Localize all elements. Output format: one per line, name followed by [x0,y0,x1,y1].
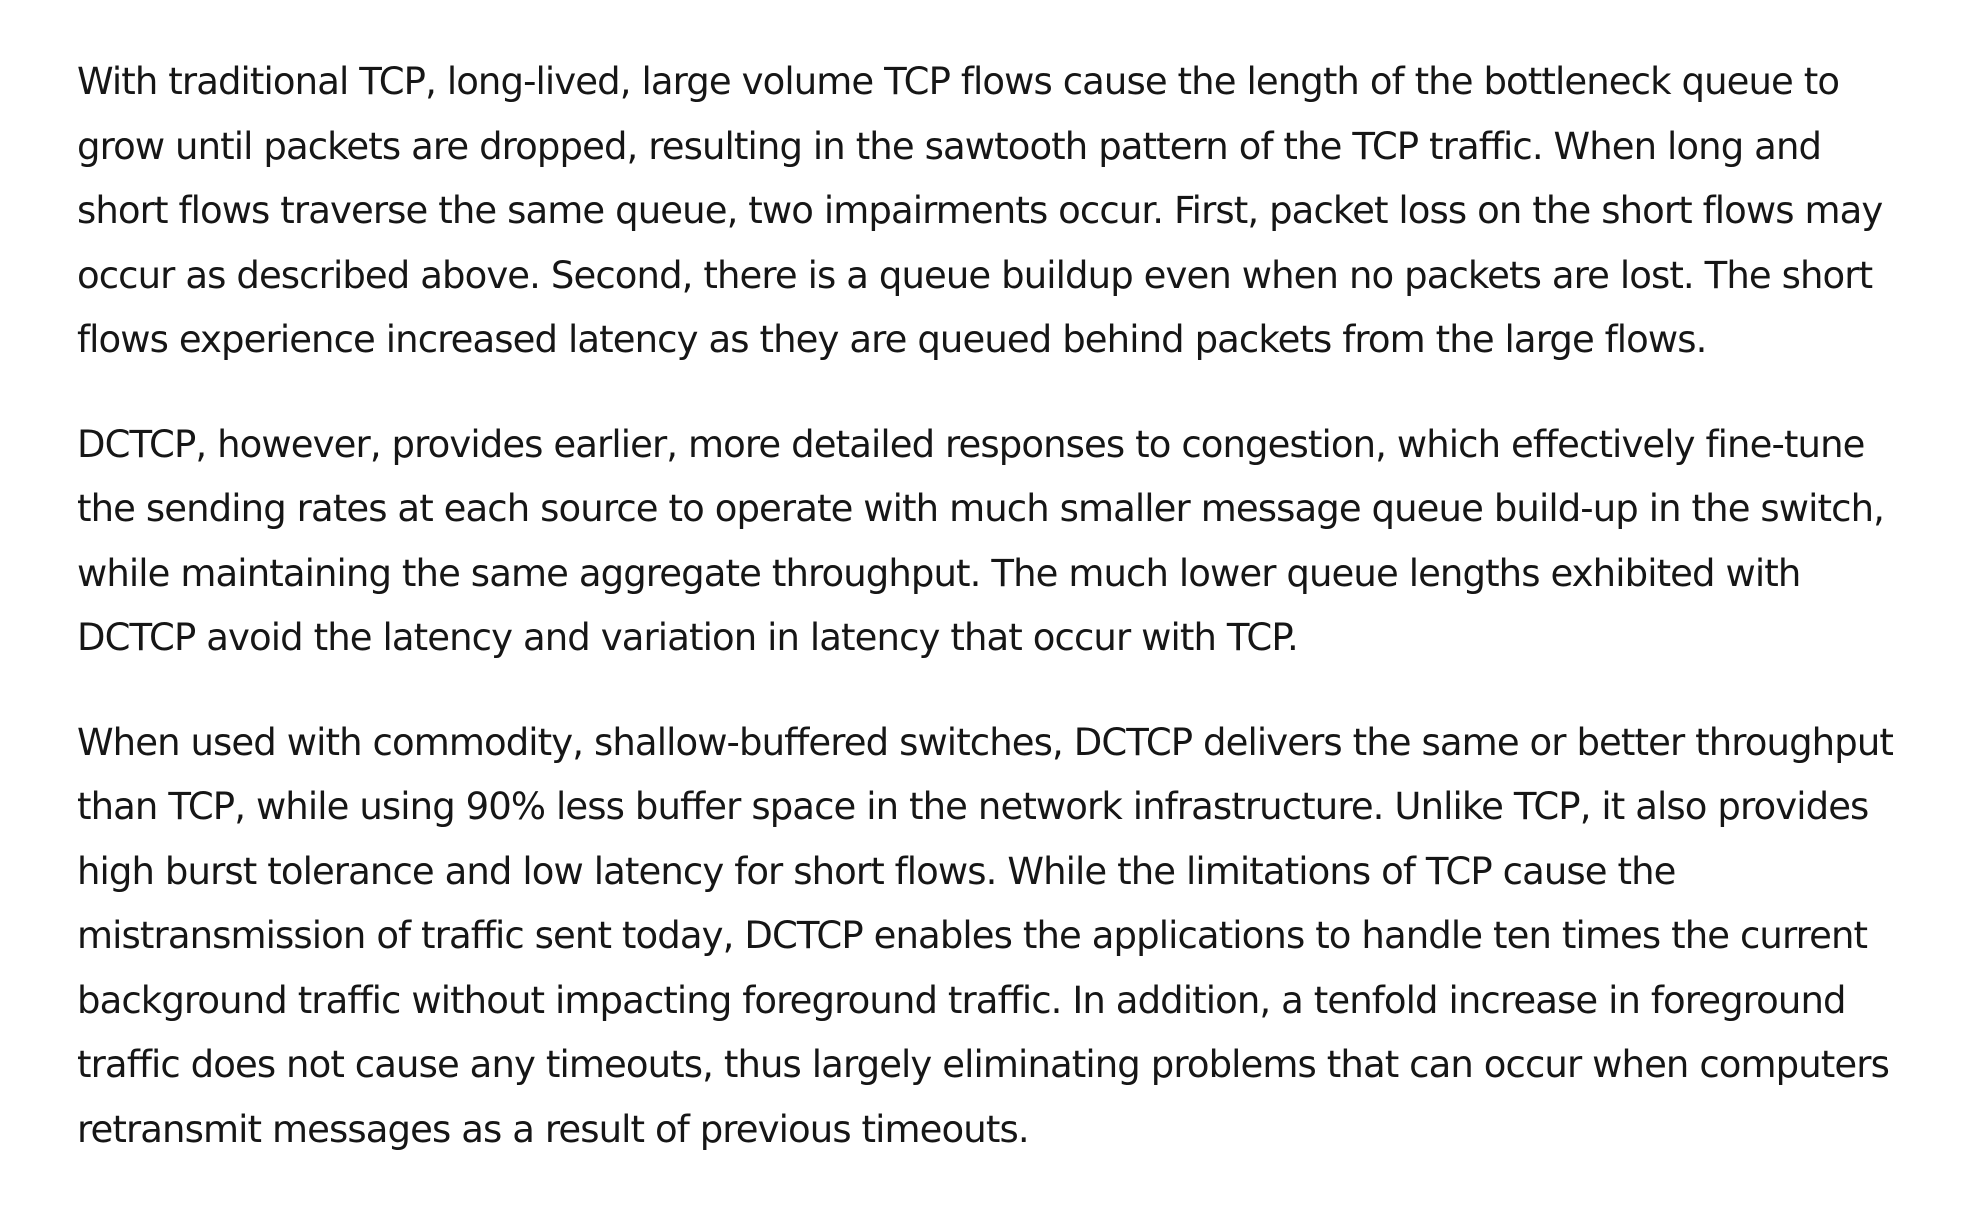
article-body: With traditional TCP, long-lived, large … [77,50,1907,1202]
paragraph-dctcp-responses: DCTCP, however, provides earlier, more d… [77,422,1885,660]
paragraph-traditional-tcp: With traditional TCP, long-lived, large … [77,60,1883,361]
paragraph-dctcp-benefits: When used with commodity, shallow-buffer… [77,720,1894,1151]
